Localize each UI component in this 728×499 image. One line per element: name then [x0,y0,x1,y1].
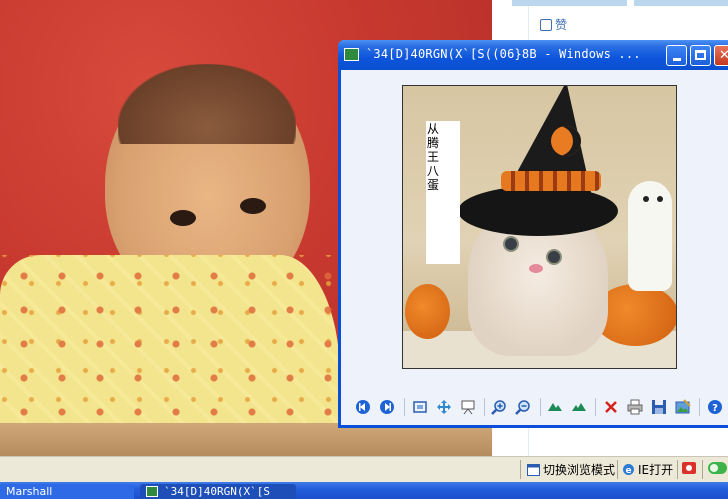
save-icon[interactable] [651,399,667,415]
status-separator [677,460,678,479]
svg-text:e: e [625,466,631,476]
best-fit-icon[interactable] [412,399,428,415]
witch-hat-brim [458,186,618,236]
maximize-icon [695,50,706,60]
top-button-2[interactable] [634,0,728,6]
minimize-button[interactable] [666,45,687,66]
zoom-in-icon[interactable] [491,399,507,415]
kitten-nose [529,264,543,273]
rotate-counterclockwise-icon[interactable] [571,399,587,415]
rotate-clockwise-icon[interactable] [547,399,563,415]
status-toggle-icon [708,462,727,474]
slideshow-icon[interactable] [460,399,476,415]
photo-caption: 从腾王八蛋 [427,122,440,192]
taskbar-item-marshall[interactable]: Marshall [0,484,134,499]
toolbar-separator [404,398,405,416]
moon-decoration [551,126,581,156]
taskbar-item-label: Marshall [6,485,53,498]
ghost-eye-left [643,196,649,202]
thumb-up-icon [540,18,552,31]
help-icon[interactable]: ? [707,399,723,415]
print-icon[interactable] [627,399,643,415]
like-label: 赞 [555,18,568,32]
like-link[interactable]: 赞 [540,16,567,33]
window-mode-icon [527,463,540,476]
maximize-button[interactable] [690,45,711,66]
status-indicator[interactable] [707,461,728,475]
switch-mode-label: 切换浏览模式 [543,463,616,477]
toolbar-separator [484,398,485,416]
ghost-eye-right [657,196,663,202]
windows-taskbar: Marshall `34[D]40RGN(X`[S [0,482,728,499]
actual-size-icon[interactable] [436,399,452,415]
ie-open-button[interactable]: e IE打开 [622,461,673,478]
toolbar-separator [699,398,700,416]
minimize-icon [672,58,681,61]
toolbar-separator [540,398,541,416]
baby-eye-left [170,210,196,226]
baby-eye-right [240,198,266,214]
svg-text:?: ? [712,403,718,414]
previous-image-icon[interactable] [355,399,371,415]
switch-browse-mode-button[interactable]: 切换浏览模式 [527,461,615,478]
taskbar-item-image-viewer[interactable]: `34[D]40RGN(X`[S [140,484,296,499]
status-separator [520,460,521,479]
status-separator [617,460,618,479]
security-shield-icon [682,462,696,474]
edit-icon[interactable] [675,399,691,415]
kitten-eye-right [546,249,562,265]
ie-open-label: IE打开 [638,463,674,477]
kitten-eye-left [503,236,519,252]
ie-icon: e [623,464,634,476]
browser-statusbar: 切换浏览模式 e IE打开 [0,456,728,482]
security-zone-button[interactable] [681,461,697,475]
picture-viewer-icon [146,486,158,497]
window-titlebar[interactable]: `34[D]40RGN(X`[S((06}8B - Windows ... ✕ [338,40,728,70]
status-separator [702,460,703,479]
toolbar-separator [595,398,596,416]
image-area: 从腾王八蛋 [341,70,728,400]
image-viewer-window: `34[D]40RGN(X`[S((06}8B - Windows ... ✕ … [338,40,728,428]
picture-viewer-icon [344,48,359,61]
pumpkin-left [405,284,450,339]
witch-hat-band [501,171,601,191]
baby-hair [118,64,296,144]
viewer-toolbar: ? [341,390,728,424]
zoom-out-icon[interactable] [515,399,531,415]
delete-icon[interactable] [603,399,619,415]
top-button-1[interactable] [512,0,627,6]
next-image-icon[interactable] [379,399,395,415]
close-button[interactable]: ✕ [714,45,728,66]
ghost-figure [628,181,672,291]
displayed-photo: 从腾王八蛋 [402,85,677,369]
taskbar-item-label: `34[D]40RGN(X`[S [164,485,270,498]
window-title: `34[D]40RGN(X`[S((06}8B - Windows ... [366,47,641,61]
